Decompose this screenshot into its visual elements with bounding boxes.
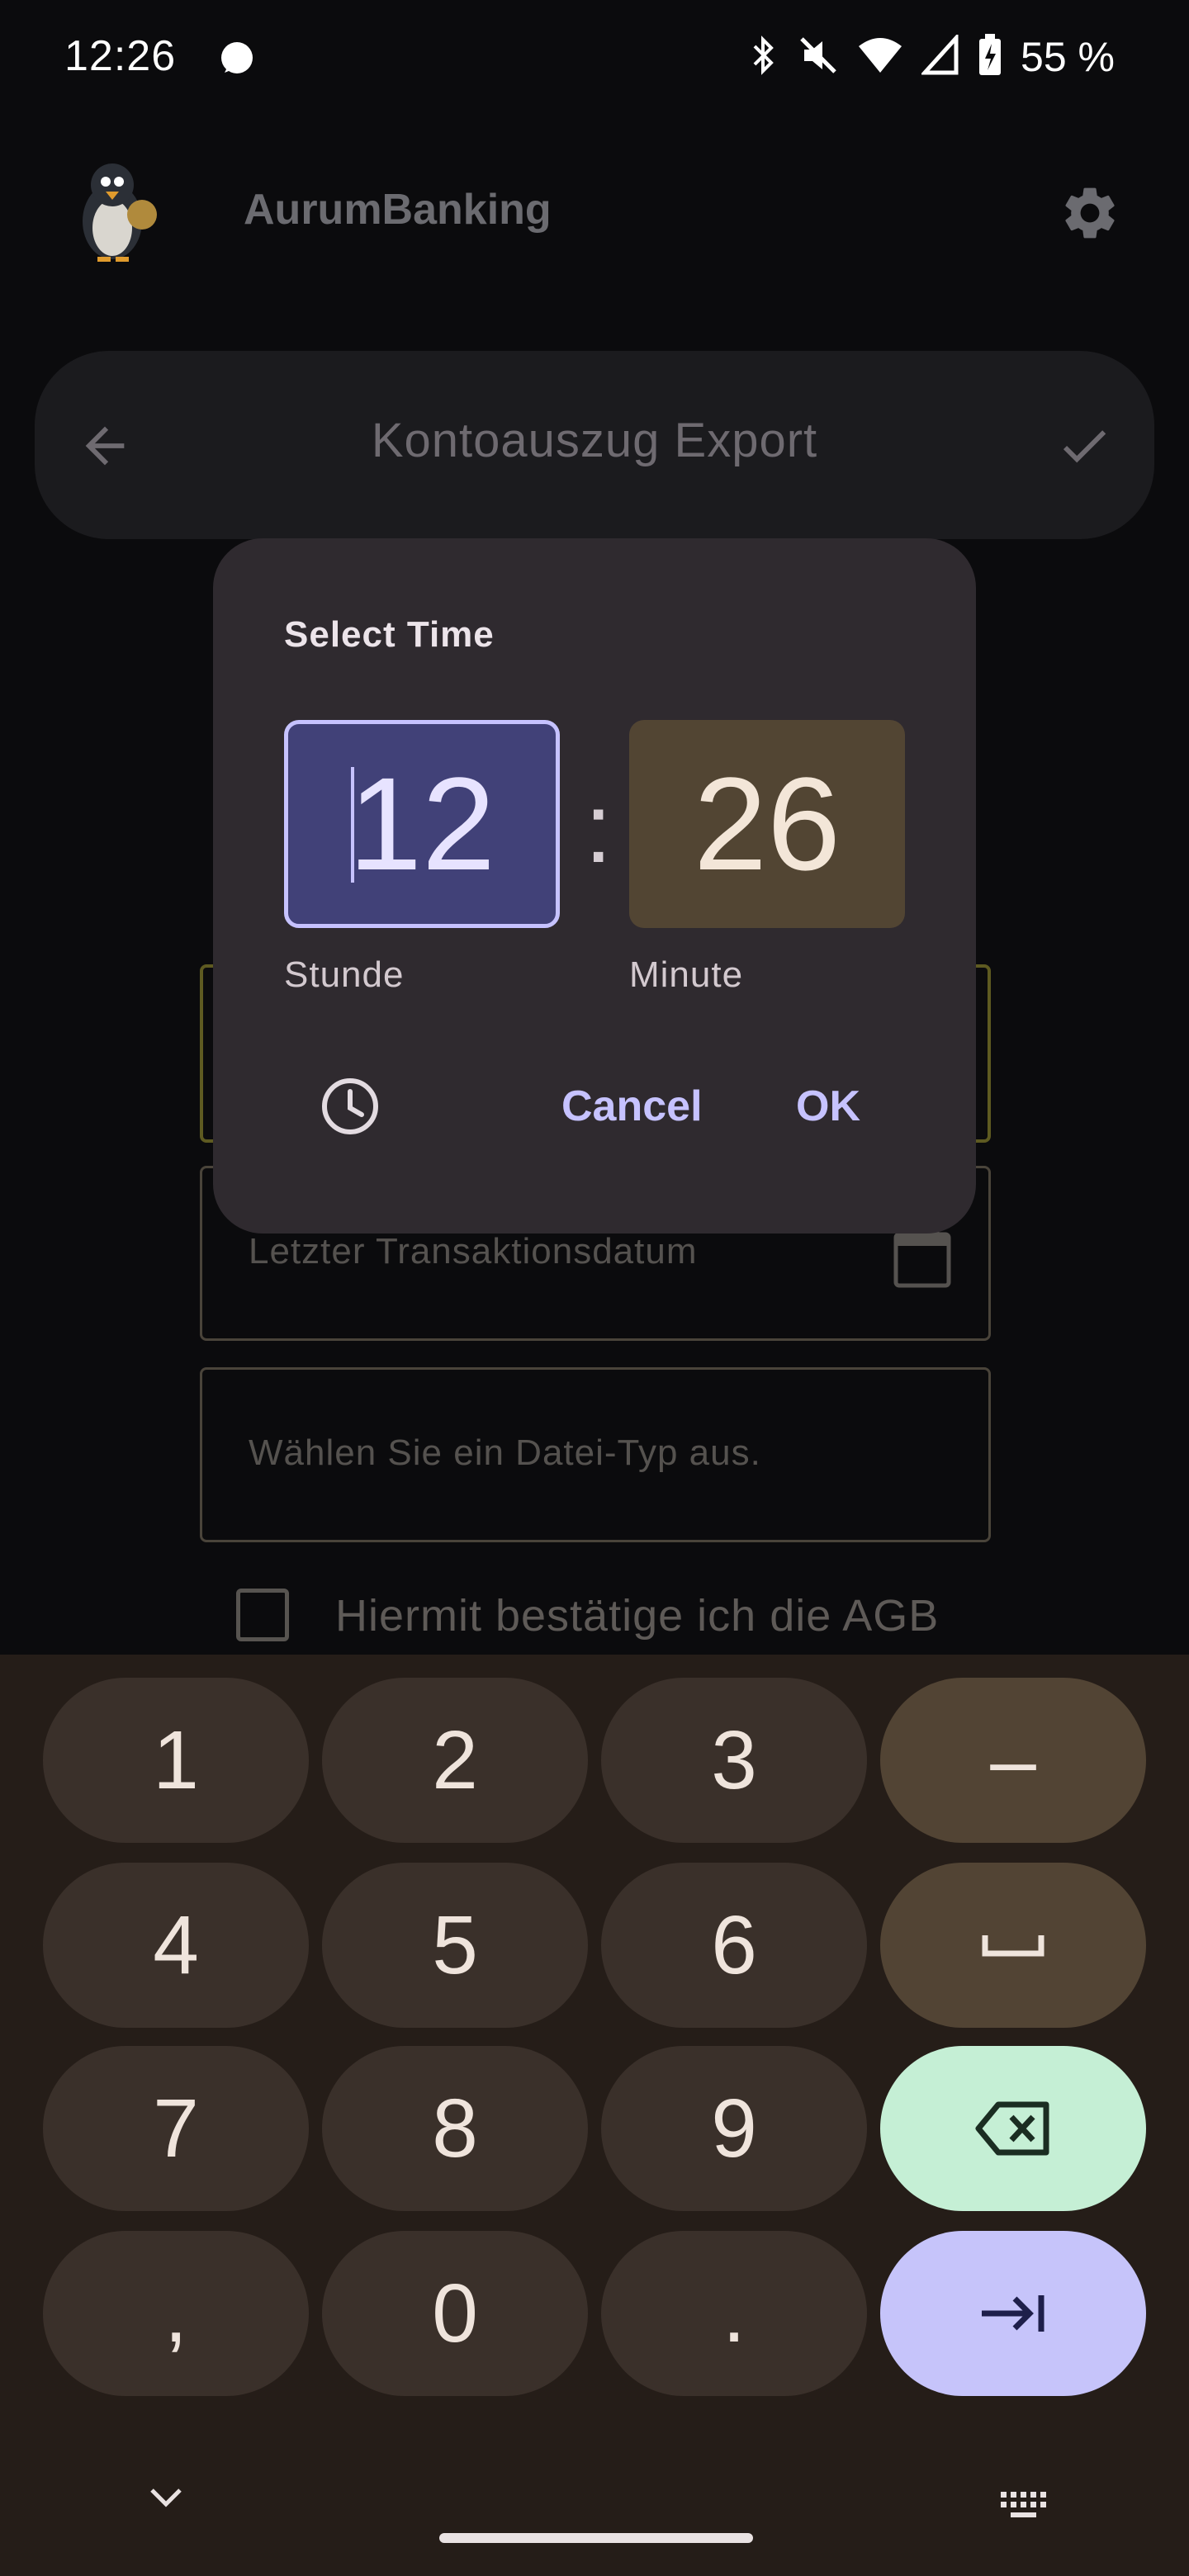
status-icons: 55 % xyxy=(746,32,1115,81)
hour-label: Stunde xyxy=(284,954,405,995)
key-0[interactable]: 0 xyxy=(322,2231,588,2396)
last-transaction-placeholder: Letzter Transaktionsdatum xyxy=(249,1231,698,1271)
key-2[interactable]: 2 xyxy=(322,1678,588,1843)
home-indicator[interactable] xyxy=(439,2533,753,2543)
battery-charging-icon xyxy=(978,33,1002,81)
key-6[interactable]: 6 xyxy=(601,1863,867,2028)
keyboard-icon[interactable] xyxy=(999,2490,1049,2524)
file-type-select[interactable]: Wählen Sie ein Datei-Typ aus. xyxy=(200,1367,991,1542)
tab-next-icon xyxy=(982,2295,1045,2332)
chevron-down-icon[interactable] xyxy=(147,2485,185,2514)
agb-label: Hiermit bestätige ich die AGB xyxy=(335,1591,940,1641)
time-separator: : xyxy=(585,773,613,883)
wifi-icon xyxy=(857,35,903,80)
next-key[interactable] xyxy=(880,2231,1146,2396)
key-comma[interactable]: , xyxy=(43,2231,309,2396)
backspace-key[interactable] xyxy=(880,2046,1146,2211)
signal-app-icon xyxy=(216,38,258,83)
agb-checkbox[interactable] xyxy=(236,1589,289,1641)
key-5[interactable]: 5 xyxy=(322,1863,588,2028)
bluetooth-icon xyxy=(746,35,779,80)
cancel-button[interactable]: Cancel xyxy=(553,1077,711,1136)
cell-signal-icon xyxy=(920,32,959,80)
key-7[interactable]: 7 xyxy=(43,2046,309,2211)
gear-icon[interactable] xyxy=(1059,182,1121,244)
clock-icon[interactable] xyxy=(319,1075,381,1138)
key-1[interactable]: 1 xyxy=(43,1678,309,1843)
mute-icon xyxy=(798,35,839,80)
file-type-placeholder: Wählen Sie ein Datei-Typ aus. xyxy=(249,1432,761,1473)
minute-input[interactable]: 26 xyxy=(629,720,905,928)
app-title: AurumBanking xyxy=(244,186,552,234)
hour-input[interactable]: 12 xyxy=(284,720,560,928)
battery-percentage: 55 % xyxy=(1021,34,1115,80)
penguin-logo-icon xyxy=(73,157,163,264)
backspace-icon xyxy=(975,2101,1049,2156)
text-cursor xyxy=(351,767,354,883)
key-space[interactable] xyxy=(880,1863,1146,2028)
time-picker-dialog: Select Time 12 : 26 Stunde Minute Cancel… xyxy=(213,538,976,1234)
key-9[interactable]: 9 xyxy=(601,2046,867,2211)
key-8[interactable]: 8 xyxy=(322,2046,588,2211)
calendar-icon[interactable] xyxy=(893,1226,952,1293)
numeric-keyboard: 1 2 3 – 4 5 6 7 8 9 , 0 . xyxy=(0,1655,1189,2576)
minute-value: 26 xyxy=(694,750,841,897)
hour-value: 12 xyxy=(348,750,495,897)
key-4[interactable]: 4 xyxy=(43,1863,309,2028)
dialog-title: Select Time xyxy=(284,614,495,655)
status-time: 12:26 xyxy=(64,32,177,80)
export-title: Kontoauszug Export xyxy=(371,414,818,467)
space-icon xyxy=(982,1935,1045,1957)
status-bar: 12:26 55 % xyxy=(0,0,1189,124)
key-3[interactable]: 3 xyxy=(601,1678,867,1843)
minute-label: Minute xyxy=(629,954,744,995)
check-icon[interactable] xyxy=(1055,417,1113,479)
key-period[interactable]: . xyxy=(601,2231,867,2396)
ok-button[interactable]: OK xyxy=(788,1077,869,1136)
key-dash[interactable]: – xyxy=(880,1678,1146,1843)
